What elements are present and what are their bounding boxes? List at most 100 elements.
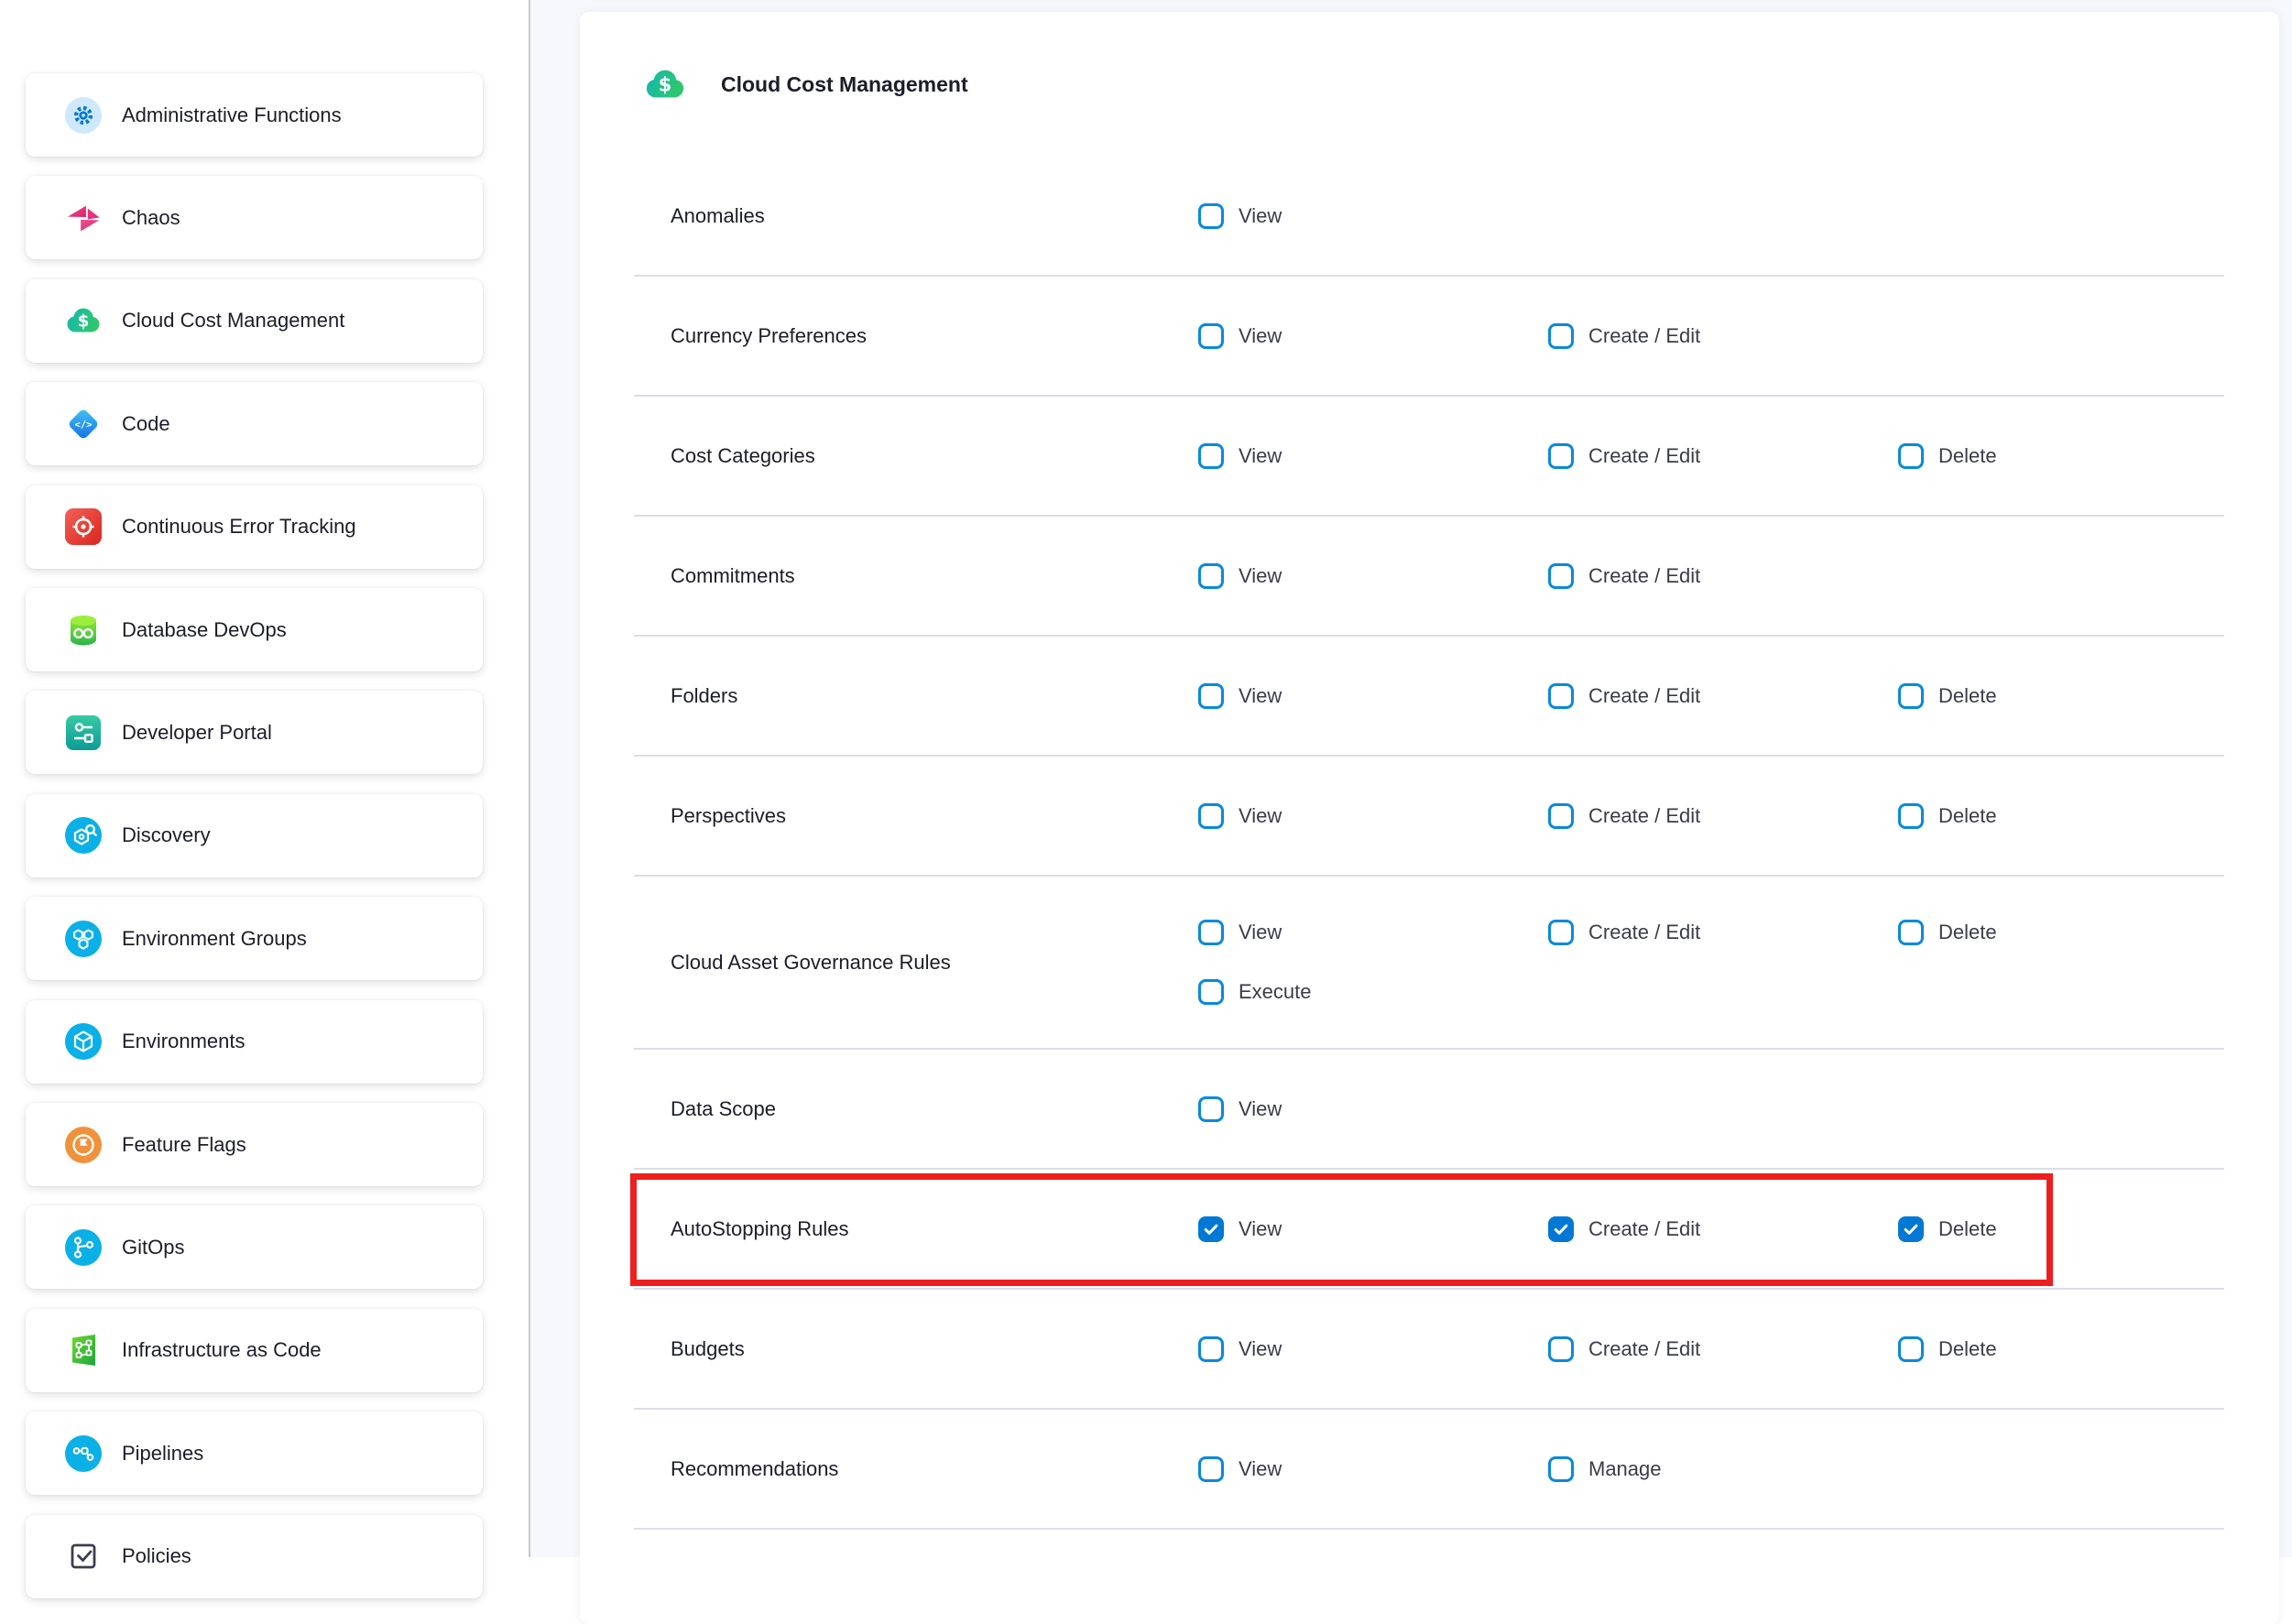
permission-autostopping-rules-create-edit: Create / Edit [1548, 1216, 1898, 1242]
permission-grid: ViewCreate / EditDeleteExecute [1198, 920, 2224, 1005]
permission-label: View [1239, 1457, 1282, 1481]
permission-grid: View Create / Edit Delete [1198, 683, 2224, 709]
permission-label: View [1239, 1097, 1282, 1121]
sidebar-item-chaos[interactable]: Chaos [26, 176, 483, 259]
permission-grid: ViewCreate / Edit [1198, 563, 2224, 589]
sidebar-item-environments[interactable]: Environments [26, 1000, 483, 1084]
database-icon [62, 609, 104, 651]
content-area: $ Cloud Cost Management AnomaliesViewCur… [530, 0, 2292, 1557]
sidebar-item-environment-groups[interactable]: Environment Groups [26, 897, 483, 980]
permission-label: Create / Edit [1588, 1337, 1700, 1361]
permission-grid: View Create / Edit Delete [1198, 1336, 2224, 1362]
permission-grid: ViewCreate / EditDelete [1198, 803, 2224, 829]
delete-checkbox[interactable] [1898, 683, 1924, 709]
sidebar-item-label: Environments [122, 1030, 246, 1053]
execute-checkbox[interactable] [1198, 979, 1224, 1005]
resource-label: AutoStopping Rules [634, 1217, 1198, 1241]
view-checkbox-checked[interactable] [1198, 1216, 1224, 1242]
permission-label: Create / Edit [1588, 444, 1700, 468]
permission-commitments-create-edit: Create / Edit [1548, 563, 1898, 589]
create-edit-checkbox[interactable] [1548, 323, 1574, 349]
sidebar-item-label: Chaos [122, 206, 180, 230]
sidebar-item-cloud-cost-management[interactable]: $ Cloud Cost Management [26, 279, 483, 363]
cloud-dollar-icon: $ [62, 300, 104, 342]
view-checkbox[interactable] [1198, 803, 1224, 829]
permission-grid: View [1198, 1096, 2224, 1122]
sidebar-item-administrative-functions[interactable]: Administrative Functions [26, 73, 483, 157]
permission-row-anomalies: Anomalies View [634, 157, 2224, 277]
sidebar-item-discovery[interactable]: Discovery [26, 794, 483, 877]
code-icon: </> [62, 403, 104, 445]
delete-checkbox-checked[interactable] [1898, 1216, 1924, 1242]
svg-text:$: $ [659, 73, 672, 96]
view-checkbox[interactable] [1198, 203, 1224, 229]
permission-label: View [1239, 204, 1282, 228]
sidebar-item-feature-flags[interactable]: Feature Flags [26, 1103, 483, 1186]
svg-text:$: $ [78, 312, 90, 332]
sidebar-item-label: Infrastructure as Code [122, 1338, 322, 1362]
permission-row-recommendations: RecommendationsViewManage [634, 1410, 2224, 1530]
permission-label: Execute [1239, 980, 1312, 1004]
permission-label: View [1239, 1337, 1282, 1361]
permission-budgets-delete: Delete [1898, 1336, 2224, 1362]
sidebar-item-infrastructure-as-code[interactable]: Infrastructure as Code [26, 1309, 483, 1392]
permission-label: Create / Edit [1588, 1217, 1700, 1241]
permission-cost-categories-view: View [1198, 443, 1548, 469]
view-checkbox[interactable] [1198, 683, 1224, 709]
permission-label: Create / Edit [1588, 684, 1700, 708]
create-edit-checkbox[interactable] [1548, 683, 1574, 709]
create-edit-checkbox[interactable] [1548, 803, 1574, 829]
sidebar: Administrative Functions Chaos $ Cloud Cost… [0, 0, 529, 1557]
flag-icon [62, 1124, 104, 1166]
permission-row-data-scope: Data ScopeView [634, 1050, 2224, 1170]
create-edit-checkbox[interactable] [1548, 920, 1574, 945]
sidebar-item-label: Code [122, 412, 170, 436]
permission-grid: ViewManage [1198, 1456, 2224, 1482]
permission-row-commitments: CommitmentsViewCreate / Edit [634, 517, 2224, 637]
delete-checkbox[interactable] [1898, 803, 1924, 829]
resource-label: Cloud Asset Governance Rules [634, 951, 1198, 975]
gear-icon [62, 94, 104, 136]
view-checkbox[interactable] [1198, 920, 1224, 945]
sidebar-item-label: Policies [122, 1544, 191, 1568]
sidebar-item-database-devops[interactable]: Database DevOps [26, 588, 483, 671]
permission-perspectives-delete: Delete [1898, 803, 2224, 829]
manage-checkbox[interactable] [1548, 1456, 1574, 1482]
resource-label: Currency Preferences [634, 324, 1198, 348]
permission-commitments-view: View [1198, 563, 1548, 589]
permission-cloud-asset-governance-rules-delete: Delete [1898, 920, 2224, 945]
delete-checkbox[interactable] [1898, 1336, 1924, 1362]
permission-budgets-create-edit: Create / Edit [1548, 1336, 1898, 1362]
hexagon-group-icon [62, 918, 104, 960]
sidebar-item-gitops[interactable]: GitOps [26, 1205, 483, 1289]
create-edit-checkbox[interactable] [1548, 1336, 1574, 1362]
resource-label: Anomalies [634, 204, 1198, 228]
sidebar-item-developer-portal[interactable]: Developer Portal [26, 691, 483, 774]
sidebar-item-label: Cloud Cost Management [122, 309, 344, 332]
view-checkbox[interactable] [1198, 1096, 1224, 1122]
create-edit-checkbox-checked[interactable] [1548, 1216, 1574, 1242]
sidebar-item-label: GitOps [122, 1236, 184, 1259]
view-checkbox[interactable] [1198, 1336, 1224, 1362]
sidebar-item-pipelines[interactable]: Pipelines [26, 1411, 483, 1495]
create-edit-checkbox[interactable] [1548, 563, 1574, 589]
view-checkbox[interactable] [1198, 563, 1224, 589]
delete-checkbox[interactable] [1898, 443, 1924, 469]
permission-label: Delete [1938, 684, 1997, 708]
permission-folders-view: View [1198, 683, 1548, 709]
view-checkbox[interactable] [1198, 1456, 1224, 1482]
permission-budgets-view: View [1198, 1336, 1548, 1362]
delete-checkbox[interactable] [1898, 920, 1924, 945]
view-checkbox[interactable] [1198, 323, 1224, 349]
permission-cloud-asset-governance-rules-execute: Execute [1198, 979, 1548, 1005]
permission-label: View [1239, 684, 1282, 708]
sliders-icon [62, 712, 104, 754]
sidebar-item-policies[interactable]: Policies [26, 1515, 483, 1598]
sidebar-item-label: Continuous Error Tracking [122, 515, 356, 539]
permission-grid: ViewCreate / Edit [1198, 323, 2224, 349]
permission-row-cloud-asset-governance-rules: Cloud Asset Governance RulesViewCreate /… [634, 877, 2224, 1050]
sidebar-item-continuous-error-tracking[interactable]: Continuous Error Tracking [26, 485, 483, 569]
sidebar-item-code[interactable]: </> Code [26, 382, 483, 465]
view-checkbox[interactable] [1198, 443, 1224, 469]
create-edit-checkbox[interactable] [1548, 443, 1574, 469]
